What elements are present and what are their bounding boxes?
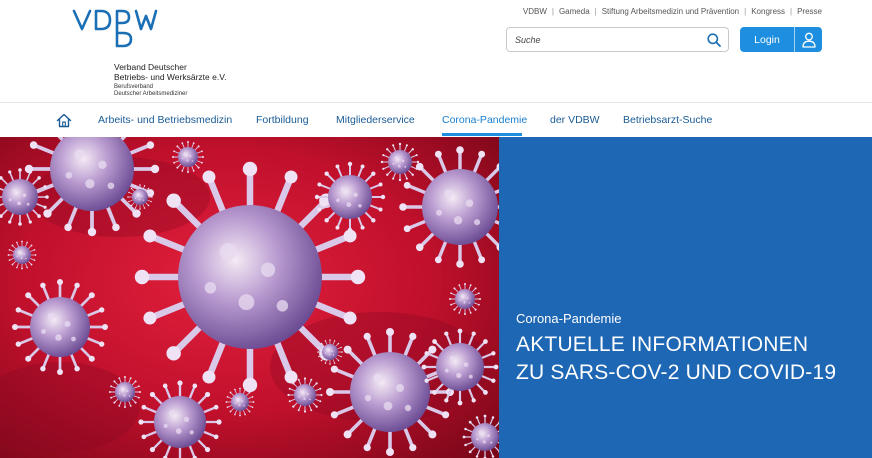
nav-item-corona-pandemie[interactable]: Corona-Pandemie [442, 113, 527, 127]
login-button-label: Login [754, 33, 780, 46]
vdbw-logo-mark [72, 6, 162, 50]
coronavirus-image [0, 137, 499, 458]
user-icon [795, 27, 822, 52]
toplink-separator: | [551, 7, 554, 16]
logo-text-line1: Verband Deutscher [114, 62, 187, 72]
toplink-kongress[interactable]: Kongress [751, 7, 785, 16]
search-input[interactable] [515, 32, 695, 48]
login-button[interactable]: Login [740, 27, 822, 52]
nav-item-mitgliederservice[interactable]: Mitgliederservice [336, 113, 415, 127]
search-box [506, 27, 729, 52]
nav-item-fortbildung[interactable]: Fortbildung [256, 113, 309, 127]
hero-title-line2: ZU SARS-COV-2 UND COVID-19 [516, 361, 837, 384]
logo-text-line4: Deutscher Arbeitsmediziner [114, 91, 188, 97]
search-icon[interactable] [706, 32, 722, 48]
vdbw-logo-mark-graphic [72, 9, 158, 48]
logo-text-line2: Betriebs- und Werksärzte e.V. [114, 72, 227, 82]
home-icon[interactable] [56, 113, 72, 128]
hero-kicker: Corona-Pandemie [516, 311, 622, 326]
logo-text-line3: Berufsverband [114, 84, 154, 90]
toplink-stiftung[interactable]: Stiftung Arbeitsmedizin und Prävention [602, 7, 739, 16]
site-header: Verband Deutscher Betriebs- und Werksärz… [0, 0, 872, 102]
main-navigation: Arbeits- und Betriebsmedizin Fortbildung… [0, 102, 872, 137]
nav-item-arbeits-und-betriebsmedizin[interactable]: Arbeits- und Betriebsmedizin [98, 113, 232, 127]
hero-title-line1: AKTUELLE INFORMATIONEN [516, 333, 809, 356]
toplink-separator: | [744, 7, 747, 16]
toplink-vdbw[interactable]: VDBW [523, 7, 547, 16]
hero-banner: Corona-Pandemie AKTUELLE INFORMATIONEN Z… [0, 137, 872, 458]
nav-item-der-vdbw[interactable]: der VDBW [550, 113, 600, 127]
hero-text-panel[interactable]: Corona-Pandemie AKTUELLE INFORMATIONEN Z… [499, 137, 872, 458]
vdbw-logo[interactable]: Verband Deutscher Betriebs- und Werksärz… [72, 6, 242, 97]
coronavirus-illustration [0, 137, 499, 458]
toplink-separator: | [594, 7, 597, 16]
nav-item-betriebsarzt-suche[interactable]: Betriebsarzt-Suche [623, 113, 712, 127]
toplink-separator: | [790, 7, 793, 16]
toplink-presse[interactable]: Presse [797, 7, 822, 16]
top-links: VDBW | Gameda | Stiftung Arbeitsmedizin … [523, 7, 822, 16]
toplink-gameda[interactable]: Gameda [559, 7, 590, 16]
nav-active-indicator [442, 133, 522, 136]
